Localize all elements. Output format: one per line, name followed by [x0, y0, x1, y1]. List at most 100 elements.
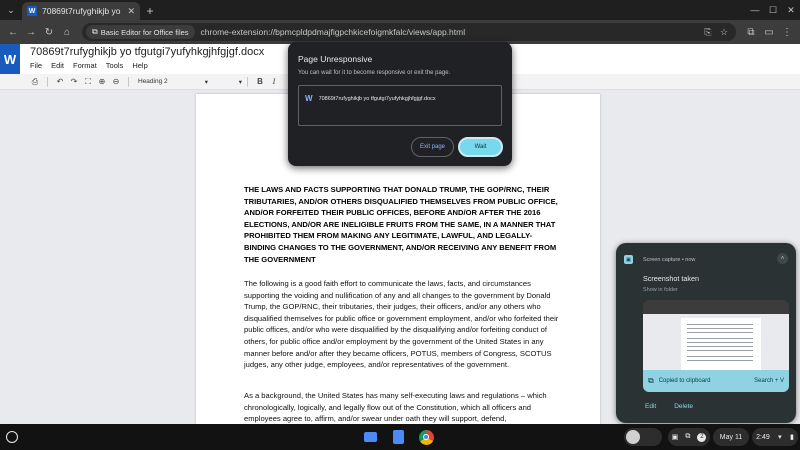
wait-button[interactable]: Wait: [458, 137, 503, 157]
tab-strip: ⌄ W 70869t7rufyghikjb yo tfgutgi7yufyhkg…: [0, 0, 800, 20]
date-tray[interactable]: May 11: [713, 428, 749, 446]
document-icon: [392, 430, 404, 444]
more-menu-icon[interactable]: ⋮: [778, 27, 796, 38]
delete-button[interactable]: Delete: [674, 403, 693, 410]
bookmark-star-icon[interactable]: ☆: [716, 27, 732, 38]
menu-help[interactable]: Help: [132, 61, 147, 70]
docs-app-icon[interactable]: [388, 427, 408, 447]
clipboard-banner: ⧉ Copied to clipboard Search + V: [643, 370, 789, 392]
chevron-down-icon: ▾: [238, 78, 242, 86]
clipboard-tray-icon: ⧉: [685, 433, 691, 440]
notification-title: Screenshot taken: [643, 274, 699, 283]
screen-capture-tray-icon: ▣: [671, 434, 679, 441]
bold-button[interactable]: B: [253, 77, 267, 86]
preview-line: [687, 346, 753, 347]
list-item: W 70869t7rufyghikjb yo tfgutgi7yufyhkgjh…: [305, 94, 436, 103]
forward-icon[interactable]: →: [22, 23, 40, 41]
undo-icon[interactable]: ↶: [53, 77, 67, 86]
screenshot-notification: ▣ Screen capture • now ˄ Screenshot take…: [616, 243, 796, 423]
document-paragraph: As a background, the United States has m…: [244, 391, 547, 424]
folder-icon: [363, 432, 377, 442]
preview-line: [687, 324, 753, 325]
preview-line: [687, 338, 753, 339]
preview-line: [687, 360, 753, 361]
extension-puzzle-icon: ⧉: [92, 27, 98, 36]
screen-capture-icon: ▣: [624, 255, 633, 264]
exit-page-button[interactable]: Exit page: [411, 137, 454, 157]
preview-line: [687, 328, 753, 329]
preview-line: [687, 332, 753, 333]
back-icon[interactable]: ←: [4, 23, 22, 41]
launcher-icon[interactable]: [6, 431, 18, 443]
menu-edit[interactable]: Edit: [51, 61, 64, 70]
menu-tools[interactable]: Tools: [106, 61, 124, 70]
tab-search-icon[interactable]: ⌄: [0, 0, 22, 20]
menu-format[interactable]: Format: [73, 61, 97, 70]
browser-toolbar: ← → ↻ ⌂ ⧉ Basic Editor for Office files …: [0, 20, 800, 44]
maximize-icon[interactable]: ☐: [764, 5, 782, 16]
extension-chip[interactable]: ⧉ Basic Editor for Office files: [86, 25, 195, 39]
browser-tab[interactable]: W 70869t7rufyghikjb yo tfgutgi7yufyhkgjh…: [22, 2, 140, 20]
window-controls: — ☐ ✕: [746, 0, 800, 20]
page-unresponsive-dialog: Page Unresponsive You can wait for it to…: [288, 42, 512, 166]
toolbar-divider: [247, 76, 248, 87]
word-icon: W: [305, 94, 313, 103]
dialog-message: You can wait for it to become responsive…: [298, 70, 451, 76]
extensions-icon[interactable]: ⧉: [742, 27, 760, 38]
files-app-icon[interactable]: [360, 427, 380, 447]
paragraph-style-select[interactable]: Heading 2 ▾: [134, 76, 212, 88]
preview-line: [687, 356, 753, 357]
notification-header: ▣ Screen capture • now: [624, 255, 695, 264]
collapse-chevron-icon[interactable]: ˄: [777, 253, 788, 264]
preview-line: [687, 350, 753, 351]
close-window-icon[interactable]: ✕: [782, 5, 800, 16]
minimize-icon[interactable]: —: [746, 5, 764, 15]
list-item-label: 70869t7rufyghikjb yo tfgutgi7yufyhkgjhfg…: [318, 95, 436, 102]
shelf: ▣ ⧉ 2 May 11 2:49 ▾ ▮: [0, 424, 800, 450]
notification-count-badge: 2: [697, 432, 707, 442]
new-tab-icon[interactable]: +: [140, 2, 160, 20]
preview-page: [681, 318, 761, 370]
menu-file[interactable]: File: [30, 61, 42, 70]
word-favicon-icon: W: [27, 6, 37, 16]
home-icon[interactable]: ⌂: [58, 23, 76, 41]
clipboard-text: Copied to clipboard: [658, 378, 711, 384]
clipboard-shortcut: Search + V: [754, 378, 784, 384]
page-info-icon[interactable]: ⎘: [700, 27, 716, 38]
zoom-in-icon[interactable]: ⊕: [95, 77, 109, 86]
zoom-out-icon[interactable]: ⊖: [109, 77, 123, 86]
toolbar-actions: ⧉ ▭ ⋮: [742, 27, 796, 38]
print-icon[interactable]: ⎙: [28, 77, 42, 87]
notification-actions: Edit Delete: [645, 403, 693, 410]
preview-line: [687, 342, 753, 343]
preview-toolbar: [643, 300, 789, 314]
unresponsive-page-list: W 70869t7rufyghikjb yo tfgutgi7yufyhkgjh…: [298, 85, 502, 126]
document-heading: THE LAWS AND FACTS SUPPORTING THAT DONAL…: [244, 185, 558, 264]
tab-title: 70869t7rufyghikjb yo tfgutgi7yufyhkgjhfg…: [42, 6, 123, 16]
clock-time: 2:49: [756, 433, 770, 441]
holding-space-tray[interactable]: [624, 428, 662, 446]
font-select[interactable]: ▾: [212, 76, 242, 88]
pinned-apps: [360, 427, 436, 447]
toolbar-divider: [47, 76, 48, 87]
word-logo-icon: W: [0, 44, 20, 74]
reload-icon[interactable]: ↻: [40, 23, 58, 41]
dialog-title: Page Unresponsive: [298, 54, 373, 64]
italic-button[interactable]: I: [267, 77, 281, 86]
tab-close-icon[interactable]: ✕: [127, 6, 135, 17]
screenshot-thumbnail-icon: [626, 430, 640, 444]
address-bar[interactable]: ⧉ Basic Editor for Office files chrome-e…: [82, 23, 736, 41]
fit-page-icon[interactable]: ⛶: [81, 77, 95, 87]
notification-tray[interactable]: ▣ ⧉ 2: [668, 428, 710, 446]
menu-bar: File Edit Format Tools Help: [30, 61, 148, 70]
battery-icon: ▮: [789, 434, 794, 441]
screenshot-preview[interactable]: ⧉ Copied to clipboard Search + V: [643, 300, 789, 392]
chrome-app-icon[interactable]: [416, 427, 436, 447]
edit-button[interactable]: Edit: [645, 403, 656, 410]
show-in-folder-link[interactable]: Show in folder: [643, 287, 678, 293]
wifi-icon: ▾: [778, 434, 782, 441]
status-tray[interactable]: 2:49 ▾ ▮: [752, 428, 798, 446]
sidepanel-icon[interactable]: ▭: [760, 27, 778, 38]
redo-icon[interactable]: ↷: [67, 77, 81, 86]
document-title[interactable]: 70869t7rufyghikjb yo tfgutgi7yufyhkgjhfg…: [30, 46, 264, 58]
